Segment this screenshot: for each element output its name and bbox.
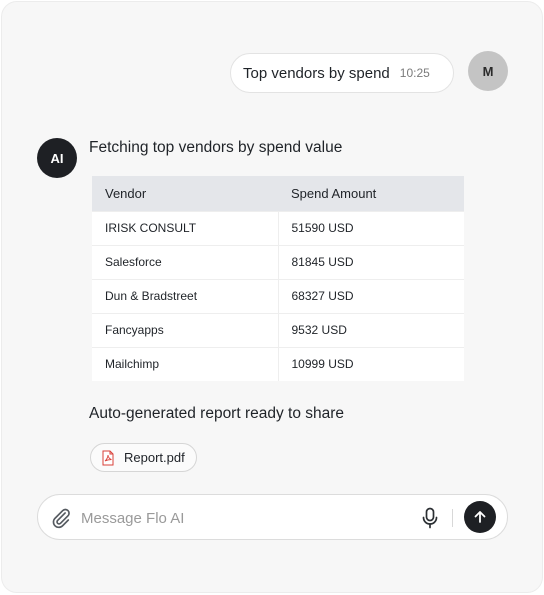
report-attachment-chip[interactable]: Report.pdf xyxy=(90,443,197,472)
attachment-filename: Report.pdf xyxy=(124,450,185,465)
message-timestamp: 10:25 xyxy=(399,66,430,80)
spend-cell: 81845 USD xyxy=(278,244,464,279)
user-message-bubble: Top vendors by spend 10:25 xyxy=(230,53,454,93)
user-avatar: M xyxy=(468,51,508,91)
composer-divider xyxy=(452,509,453,527)
send-button[interactable] xyxy=(464,501,496,533)
table-row: Salesforce 81845 USD xyxy=(92,244,464,279)
vendor-cell: Dun & Bradstreet xyxy=(92,278,279,313)
vendor-cell: Mailchimp xyxy=(92,346,279,381)
vendor-cell: Salesforce xyxy=(92,244,279,279)
paperclip-icon[interactable] xyxy=(50,507,72,529)
vendor-cell: Fancyapps xyxy=(92,312,279,347)
microphone-icon[interactable] xyxy=(420,507,440,529)
report-ready-text: Auto-generated report ready to share xyxy=(89,405,345,422)
table-row: Dun & Bradstreet 68327 USD xyxy=(92,278,464,313)
spend-cell: 9532 USD xyxy=(278,312,464,347)
message-composer xyxy=(37,494,508,540)
column-header-spend-amount: Spend Amount xyxy=(278,176,464,211)
arrow-up-icon xyxy=(474,511,486,523)
table-row: Mailchimp 10999 USD xyxy=(92,346,464,381)
user-message-text: Top vendors by spend xyxy=(243,64,390,82)
pdf-file-icon xyxy=(102,450,114,465)
vendor-spend-table: Vendor Spend Amount IRISK CONSULT 51590 … xyxy=(92,176,464,381)
table-row: IRISK CONSULT 51590 USD xyxy=(92,210,464,245)
spend-cell: 68327 USD xyxy=(278,278,464,313)
spend-cell: 51590 USD xyxy=(278,210,464,245)
message-input[interactable] xyxy=(81,505,401,531)
ai-avatar: AI xyxy=(37,138,77,178)
vendor-cell: IRISK CONSULT xyxy=(92,210,279,245)
table-header-row: Vendor Spend Amount xyxy=(92,176,464,211)
spend-cell: 10999 USD xyxy=(278,346,464,381)
ai-message-intro: Fetching top vendors by spend value xyxy=(89,139,343,156)
table-row: Fancyapps 9532 USD xyxy=(92,312,464,347)
column-header-vendor: Vendor xyxy=(92,176,278,211)
